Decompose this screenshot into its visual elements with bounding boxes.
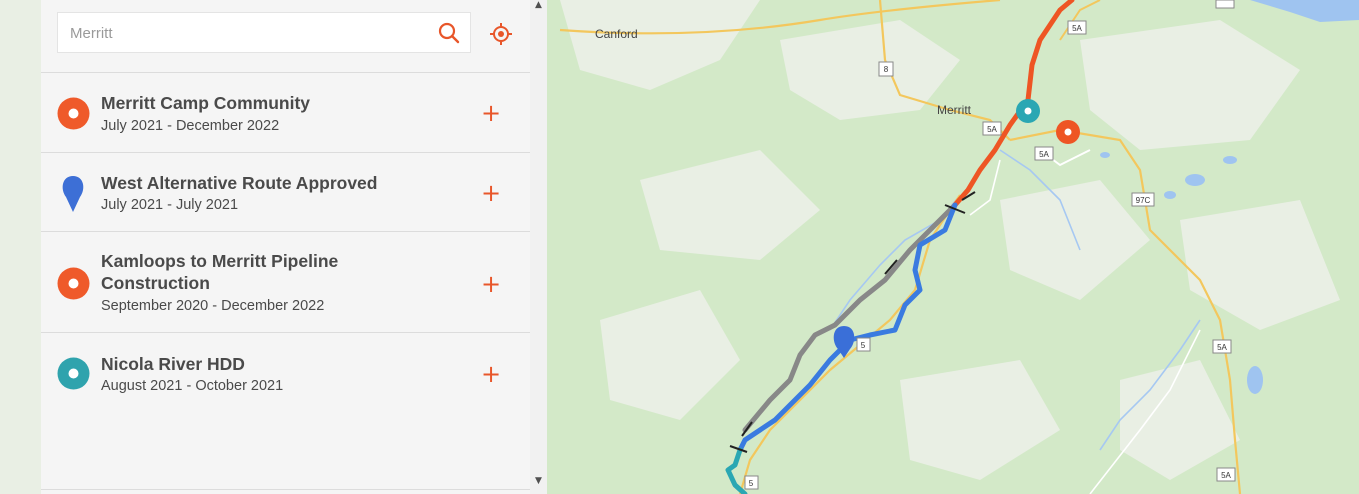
svg-text:5: 5 — [749, 479, 754, 488]
svg-text:5A: 5A — [1221, 471, 1231, 480]
search-row — [57, 12, 512, 54]
list-item[interactable]: West Alternative Route Approved July 202… — [41, 152, 530, 232]
svg-text:5A: 5A — [987, 125, 997, 134]
item-dates: July 2021 - December 2022 — [101, 118, 280, 134]
item-dates: July 2021 - July 2021 — [101, 197, 239, 213]
orange-circle-marker-icon — [57, 267, 90, 300]
add-button[interactable]: + — [481, 101, 501, 125]
add-button[interactable]: + — [481, 362, 501, 386]
list-item[interactable]: Merritt Camp Community July 2021 - Decem… — [41, 72, 530, 152]
add-button[interactable]: + — [481, 181, 501, 205]
search-icon[interactable] — [438, 22, 460, 44]
orange-circle-marker-icon — [57, 97, 90, 130]
svg-text:5: 5 — [861, 341, 866, 350]
item-title: Kamloops to Merritt Pipeline Constructio… — [101, 251, 339, 293]
teal-circle-marker-icon — [57, 357, 90, 390]
item-dates: September 2020 - December 2022 — [101, 298, 325, 314]
item-title: Nicola River HDD — [101, 354, 245, 374]
locate-icon[interactable] — [489, 22, 513, 46]
scroll-down-icon[interactable]: ▼ — [533, 476, 544, 487]
svg-text:97C: 97C — [1136, 196, 1151, 205]
blue-pin-marker-icon — [62, 176, 84, 212]
item-title: Merritt Camp Community — [101, 93, 311, 113]
scroll-up-icon[interactable]: ▲ — [533, 0, 544, 11]
map-marker-teal[interactable] — [1016, 99, 1040, 123]
svg-text:5A: 5A — [1217, 343, 1227, 352]
list-item[interactable]: Nicola River HDD August 2021 - October 2… — [41, 332, 530, 414]
map-marker-orange[interactable] — [1056, 120, 1080, 144]
svg-text:5A: 5A — [1039, 150, 1049, 159]
scrollbar[interactable]: ▲ ▼ — [530, 0, 547, 494]
add-button[interactable]: + — [481, 272, 501, 296]
item-dates: August 2021 - October 2021 — [101, 378, 284, 394]
svg-text:8: 8 — [884, 65, 889, 74]
results-panel: Merritt Camp Community July 2021 - Decem… — [41, 0, 531, 494]
item-title: West Alternative Route Approved — [101, 173, 378, 193]
search-input[interactable] — [68, 13, 432, 54]
svg-text:5A: 5A — [1072, 24, 1082, 33]
place-label-canford: Canford — [595, 27, 638, 41]
list-item[interactable]: Kamloops to Merritt Pipeline Constructio… — [41, 231, 530, 333]
list-divider — [41, 489, 530, 490]
search-box — [57, 12, 471, 54]
place-label-merritt: Merritt — [937, 103, 972, 117]
